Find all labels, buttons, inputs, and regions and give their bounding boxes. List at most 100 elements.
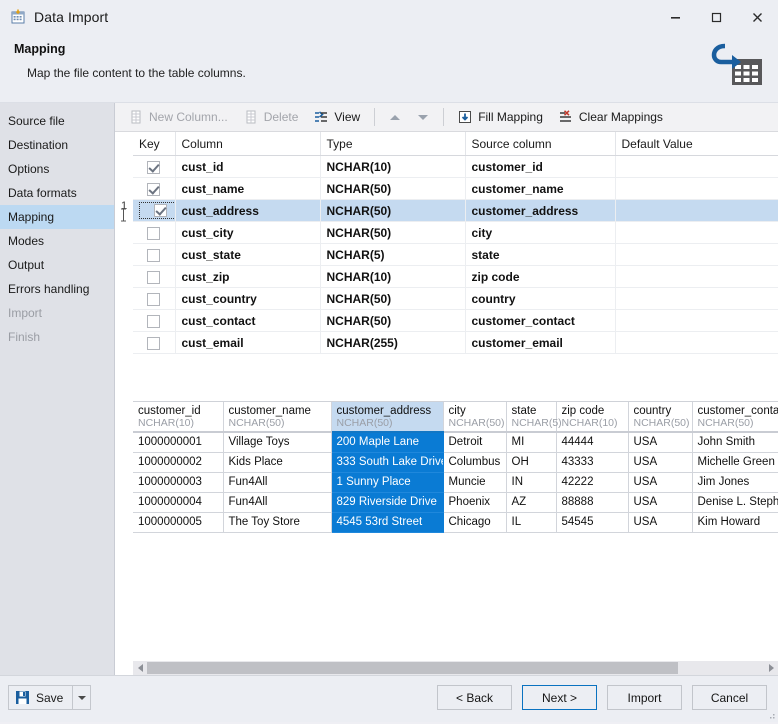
sidebar-item-source-file[interactable]: Source file bbox=[0, 109, 114, 133]
cell[interactable]: The Toy Store bbox=[223, 512, 331, 532]
preview-col-state[interactable]: state NCHAR(5) bbox=[506, 402, 556, 432]
fill-mapping-button[interactable]: Fill Mapping bbox=[450, 105, 550, 130]
table-row[interactable]: cust_id NCHAR(10) customer_id bbox=[133, 156, 778, 178]
type-cell[interactable]: NCHAR(50) bbox=[320, 200, 465, 222]
key-checkbox[interactable] bbox=[154, 204, 167, 217]
default-cell[interactable] bbox=[615, 266, 778, 288]
cell[interactable]: Kids Place bbox=[223, 452, 331, 472]
preview-horizontal-scrollbar[interactable] bbox=[133, 661, 778, 675]
move-down-button[interactable] bbox=[409, 105, 437, 129]
type-cell[interactable]: NCHAR(50) bbox=[320, 310, 465, 332]
gutter-row-1[interactable] bbox=[115, 154, 133, 175]
preview-row[interactable]: 1000000003 Fun4All 1 Sunny Place Muncie … bbox=[133, 472, 778, 492]
cell[interactable]: OH bbox=[506, 452, 556, 472]
cell[interactable]: Muncie bbox=[443, 472, 506, 492]
table-row[interactable]: cust_contact NCHAR(50) customer_contact bbox=[133, 310, 778, 332]
maximize-button[interactable] bbox=[696, 0, 737, 34]
sidebar-item-modes[interactable]: Modes bbox=[0, 229, 114, 253]
key-cell[interactable] bbox=[133, 266, 175, 288]
sidebar-item-destination[interactable]: Destination bbox=[0, 133, 114, 157]
source-cell[interactable]: customer_id bbox=[465, 156, 615, 178]
back-button[interactable]: < Back bbox=[437, 685, 512, 710]
col-header-column[interactable]: Column bbox=[175, 132, 320, 156]
column-cell[interactable]: cust_name bbox=[175, 178, 320, 200]
key-checkbox[interactable] bbox=[147, 249, 160, 262]
column-cell[interactable]: cust_city bbox=[175, 222, 320, 244]
scroll-left-button[interactable] bbox=[133, 661, 147, 675]
preview-col-customer-name[interactable]: customer_name NCHAR(50) bbox=[223, 402, 331, 432]
sidebar-item-output[interactable]: Output bbox=[0, 253, 114, 277]
save-button[interactable]: Save bbox=[8, 685, 73, 710]
cell[interactable]: 1000000002 bbox=[133, 452, 223, 472]
cell[interactable]: AZ bbox=[506, 492, 556, 512]
cell[interactable]: IN bbox=[506, 472, 556, 492]
default-cell[interactable] bbox=[615, 310, 778, 332]
sidebar-item-options[interactable]: Options bbox=[0, 157, 114, 181]
sidebar-item-errors-handling[interactable]: Errors handling bbox=[0, 277, 114, 301]
source-cell[interactable]: customer_name bbox=[465, 178, 615, 200]
column-cell[interactable]: cust_zip bbox=[175, 266, 320, 288]
table-row[interactable]: cust_zip NCHAR(10) zip code bbox=[133, 266, 778, 288]
column-cell[interactable]: cust_country bbox=[175, 288, 320, 310]
cell[interactable]: IL bbox=[506, 512, 556, 532]
source-cell[interactable]: country bbox=[465, 288, 615, 310]
import-button[interactable]: Import bbox=[607, 685, 682, 710]
source-cell[interactable]: city bbox=[465, 222, 615, 244]
type-cell[interactable]: NCHAR(50) bbox=[320, 222, 465, 244]
key-checkbox[interactable] bbox=[147, 227, 160, 240]
cell-selected[interactable]: 1 Sunny Place bbox=[331, 472, 443, 492]
close-button[interactable] bbox=[737, 0, 778, 34]
col-header-key[interactable]: Key bbox=[133, 132, 175, 156]
next-button[interactable]: Next > bbox=[522, 685, 597, 710]
cell[interactable]: 1000000003 bbox=[133, 472, 223, 492]
sidebar-item-data-formats[interactable]: Data formats bbox=[0, 181, 114, 205]
key-checkbox[interactable] bbox=[147, 161, 160, 174]
move-up-button[interactable] bbox=[381, 105, 409, 129]
cell[interactable]: USA bbox=[628, 452, 692, 472]
column-cell[interactable]: cust_state bbox=[175, 244, 320, 266]
cell[interactable]: Phoenix bbox=[443, 492, 506, 512]
cell-selected[interactable]: 200 Maple Lane bbox=[331, 432, 443, 452]
scrollbar-thumb[interactable] bbox=[147, 662, 678, 674]
default-cell[interactable] bbox=[615, 288, 778, 310]
source-cell[interactable]: zip code bbox=[465, 266, 615, 288]
default-cell[interactable] bbox=[615, 332, 778, 354]
gutter-row-2[interactable] bbox=[115, 175, 133, 196]
source-cell[interactable]: customer_contact bbox=[465, 310, 615, 332]
cell[interactable]: USA bbox=[628, 432, 692, 452]
cell[interactable]: 88888 bbox=[556, 492, 628, 512]
column-cell[interactable]: cust_id bbox=[175, 156, 320, 178]
column-cell[interactable]: cust_contact bbox=[175, 310, 320, 332]
cell[interactable]: Denise L. Stephens bbox=[692, 492, 778, 512]
cell[interactable]: 1000000001 bbox=[133, 432, 223, 452]
key-cell[interactable] bbox=[133, 332, 175, 354]
col-header-type[interactable]: Type bbox=[320, 132, 465, 156]
type-cell[interactable]: NCHAR(10) bbox=[320, 266, 465, 288]
cell[interactable]: Fun4All bbox=[223, 472, 331, 492]
preview-col-city[interactable]: city NCHAR(50) bbox=[443, 402, 506, 432]
key-checkbox[interactable] bbox=[147, 337, 160, 350]
key-checkbox[interactable] bbox=[147, 183, 160, 196]
default-cell[interactable] bbox=[615, 222, 778, 244]
key-cell[interactable] bbox=[133, 310, 175, 332]
cell[interactable]: Jim Jones bbox=[692, 472, 778, 492]
cell[interactable]: 1000000004 bbox=[133, 492, 223, 512]
key-cell[interactable] bbox=[133, 200, 175, 222]
save-dropdown-button[interactable] bbox=[73, 685, 91, 710]
cell[interactable]: Michelle Green bbox=[692, 452, 778, 472]
cell[interactable]: 1000000005 bbox=[133, 512, 223, 532]
preview-row[interactable]: 1000000004 Fun4All 829 Riverside Drive P… bbox=[133, 492, 778, 512]
type-cell[interactable]: NCHAR(50) bbox=[320, 178, 465, 200]
table-row[interactable]: cust_name NCHAR(50) customer_name bbox=[133, 178, 778, 200]
default-cell[interactable] bbox=[615, 244, 778, 266]
preview-col-customer-contact[interactable]: customer_contact NCHAR(50) bbox=[692, 402, 778, 432]
key-cell[interactable] bbox=[133, 222, 175, 244]
cell[interactable]: Fun4All bbox=[223, 492, 331, 512]
default-cell[interactable] bbox=[615, 156, 778, 178]
cell[interactable]: MI bbox=[506, 432, 556, 452]
key-cell[interactable] bbox=[133, 156, 175, 178]
type-cell[interactable]: NCHAR(255) bbox=[320, 332, 465, 354]
key-cell[interactable] bbox=[133, 244, 175, 266]
column-cell[interactable]: cust_email bbox=[175, 332, 320, 354]
table-row[interactable]: cust_state NCHAR(5) state bbox=[133, 244, 778, 266]
